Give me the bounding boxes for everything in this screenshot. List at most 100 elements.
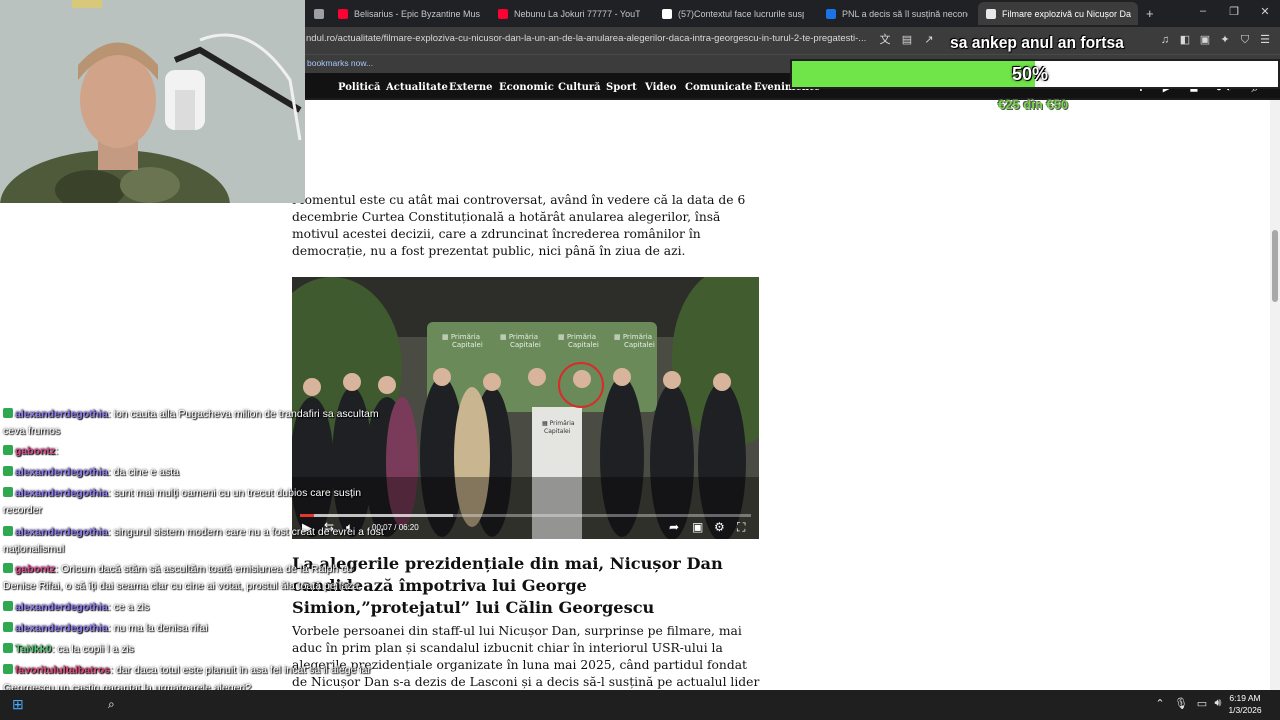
close-window-icon[interactable]: ✕ (1255, 5, 1275, 18)
nav-item[interactable]: Politică (338, 82, 381, 93)
video-played-bar (300, 514, 314, 517)
chat-text: : (55, 445, 59, 457)
chat-text: : Oricum dacă stăm să ascultăm toată emi… (55, 563, 353, 575)
svg-text:▦ Primăria: ▦ Primăria (442, 333, 480, 341)
chat-badge-icon (3, 487, 13, 497)
chat-message: alexanderdegothia: sunt mai mulți oameni… (3, 486, 361, 500)
nav-item[interactable]: Economic (499, 82, 554, 93)
chat-username: alexanderdegothia (15, 408, 108, 420)
speaker-icon[interactable]: 🔊︎ (1211, 697, 1225, 710)
new-tab-button[interactable]: + (1146, 6, 1154, 21)
video-share-icon[interactable]: ➦ (669, 520, 679, 534)
browser-tab[interactable]: PNL a decis să îl susțină necondițior (818, 4, 968, 23)
menu-icon[interactable]: ☰ (1258, 33, 1272, 47)
tab-favicon-icon (338, 8, 348, 19)
nav-item[interactable]: Externe (449, 82, 492, 93)
fullscreen-icon[interactable]: ⛶ (737, 520, 745, 535)
tab-label: Filmare explozivă cu Nicușor Da (1002, 8, 1132, 19)
maximize-icon[interactable]: ❐ (1224, 5, 1244, 18)
donation-goal-title: sa ankep anul an fortsa (950, 33, 1124, 52)
browser-tab[interactable]: Filmare explozivă cu Nicușor Da ✕ (978, 2, 1138, 25)
clock-date[interactable]: 1/3/2026 (1225, 705, 1265, 715)
translate-icon[interactable]: 文 (878, 33, 892, 47)
nav-item[interactable]: Sport (606, 82, 637, 93)
minimize-icon[interactable]: – (1193, 5, 1213, 17)
video-progress-track[interactable] (300, 514, 751, 517)
tab-label: Belisarius - Epic Byzantine Music - Yo (354, 8, 480, 19)
video-buffered-bar (300, 514, 454, 517)
microphone-icon[interactable]: 🎙︎ (1174, 697, 1188, 710)
webcam-image (0, 0, 305, 203)
chat-text: : ca la copii l a zis (51, 643, 134, 655)
ai-sparkle-icon[interactable]: ✦ (1218, 33, 1232, 47)
bookmarks-link[interactable]: bookmarks now... (307, 58, 373, 68)
reader-mode-icon[interactable]: ▤ (900, 33, 914, 47)
chat-username: gabontz (15, 563, 56, 575)
subtitles-icon[interactable]: ▣ (692, 520, 703, 534)
page-scrollbar[interactable] (1270, 100, 1280, 690)
chat-badge-icon (3, 643, 13, 653)
search-taskbar-icon[interactable]: ⌕ (108, 697, 115, 712)
music-icon[interactable]: ♫ (1158, 33, 1172, 47)
chat-message: recorder (3, 503, 42, 517)
chat-message: favoritulultalbatros: dar daca totul est… (3, 663, 371, 677)
chat-username: alexanderdegothia (15, 466, 108, 478)
sidebar-icon[interactable]: ◧ (1178, 33, 1192, 47)
nav-item[interactable]: Actualitate (386, 82, 448, 93)
svg-text:▦ Primăria: ▦ Primăria (500, 333, 538, 341)
chat-text: : nu ma la denisa rifai (107, 622, 208, 634)
chat-text: : da cine e asta (107, 466, 179, 478)
article-paragraph: Momentul este cu atât mai controversat, … (292, 193, 746, 258)
chat-username: alexanderdegothia (15, 622, 108, 634)
svg-text:Capitalei: Capitalei (452, 341, 483, 349)
tab-favicon-icon (314, 8, 324, 19)
donation-goal-percent: 50% (1012, 64, 1049, 84)
browser-tab[interactable]: Belisarius - Epic Byzantine Music - Yo (330, 4, 480, 23)
settings-gear-icon[interactable]: ⚙ (714, 520, 725, 534)
tab-label: PNL a decis să îl susțină necondițior (842, 8, 968, 19)
chat-text: : ion cauta alla Pugacheva milion de tra… (107, 408, 379, 420)
chat-username: alexanderdegothia (15, 526, 108, 538)
clock-time[interactable]: 6:19 AM (1225, 693, 1265, 703)
svg-text:Capitalei: Capitalei (624, 341, 655, 349)
tab-label: (57)Contextul face lucrurile suspicioa (678, 8, 804, 19)
wallet-icon[interactable]: ▣ (1198, 33, 1212, 47)
chat-text: : ce a zis (107, 601, 150, 613)
chat-badge-icon (3, 563, 13, 573)
chat-text: : sunt mai mulți oameni cu un trecut dub… (107, 487, 362, 499)
svg-text:Capitalei: Capitalei (568, 341, 599, 349)
chat-username: alexanderdegothia (15, 487, 108, 499)
article-headline: La alegerile prezidențiale din mai, Nicu… (292, 554, 723, 617)
chat-username: alexanderdegothia (15, 601, 108, 613)
tab-close-icon[interactable]: ✕ (1137, 7, 1138, 20)
chat-text: ceva frumos (3, 425, 61, 437)
browser-tab[interactable]: (57)Contextul face lucrurile suspicioa (654, 4, 804, 23)
chat-message: alexanderdegothia: ce a zis (3, 600, 149, 614)
chat-message: TaNkk0: ca la copii l a zis (3, 642, 134, 656)
chat-badge-icon (3, 622, 13, 632)
svg-text:Capitalei: Capitalei (544, 428, 571, 435)
chat-badge-icon (3, 664, 13, 674)
nav-item[interactable]: Comunicate (685, 82, 752, 93)
svg-text:▦ Primăria: ▦ Primăria (542, 420, 575, 427)
browser-tab[interactable]: n (306, 4, 324, 23)
chat-badge-icon (3, 601, 13, 611)
chat-message: gabontz: Oricum dacă stăm să ascultăm to… (3, 562, 352, 576)
nav-item[interactable]: Cultură (558, 82, 601, 93)
scrollbar-thumb[interactable] (1272, 230, 1278, 302)
svg-text:▦ Primăria: ▦ Primăria (614, 333, 652, 341)
windows-start-icon[interactable]: ⊞ (12, 696, 24, 713)
webcam-feed (0, 0, 305, 203)
browser-tab[interactable]: Nebunu La Jokuri 77777 - YouTube (490, 4, 640, 23)
chat-message: alexanderdegothia: nu ma la denisa rifai (3, 621, 208, 635)
tab-favicon-icon (662, 8, 672, 19)
url-text[interactable]: ndul.ro/actualitate/filmare-exploziva-cu… (306, 33, 871, 44)
chat-message: gabontz: (3, 444, 58, 458)
tray-chevron-icon[interactable]: ⌃ (1153, 697, 1167, 710)
shield-icon[interactable]: ⛉ (1238, 33, 1252, 47)
chat-badge-icon (3, 445, 13, 455)
donation-goal-fill (792, 61, 1035, 87)
share-icon[interactable]: ↗ (922, 33, 936, 47)
display-icon[interactable]: ▭ (1195, 697, 1209, 710)
nav-item[interactable]: Video (645, 82, 676, 93)
